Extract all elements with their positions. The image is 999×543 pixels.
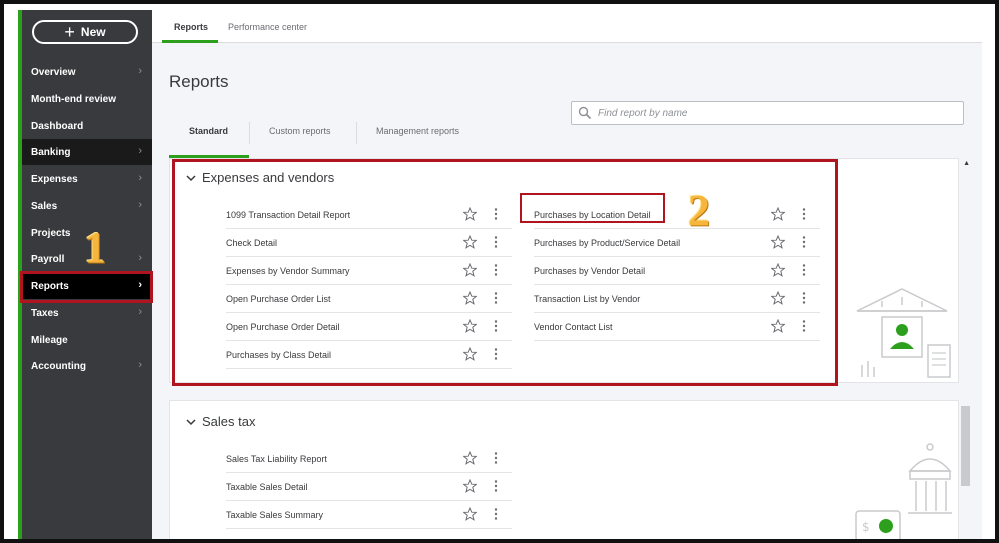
sidebar-item-label: Projects — [31, 227, 71, 239]
chevron-right-icon: › — [138, 172, 142, 184]
chevron-right-icon: › — [138, 65, 142, 77]
sidebar-item-label: Mileage — [31, 334, 68, 346]
sidebar-item-label: Sales — [31, 200, 58, 212]
tab-custom-reports[interactable]: Custom reports — [269, 126, 331, 136]
chevron-right-icon: › — [138, 306, 142, 318]
more-options-icon[interactable] — [494, 508, 498, 520]
sidebar-item-month-end-review[interactable]: Month-end review — [22, 86, 152, 112]
sidebar-item-taxes[interactable]: Taxes › — [22, 300, 152, 326]
vendor-illustration — [856, 288, 951, 378]
sidebar-item-mileage[interactable]: Mileage — [22, 327, 152, 353]
highlight-box-report-item — [520, 193, 665, 223]
highlight-box-reports — [20, 271, 153, 303]
chevron-right-icon: › — [138, 252, 142, 264]
search-input[interactable]: Find report by name — [571, 101, 964, 125]
scroll-up-arrow[interactable]: ▲ — [963, 160, 970, 167]
new-button-label: New — [80, 25, 106, 39]
sidebar-item-label: Expenses — [31, 173, 78, 185]
search-placeholder: Find report by name — [598, 107, 688, 119]
star-icon[interactable] — [463, 451, 477, 465]
active-tab-indicator — [162, 40, 218, 43]
page-title: Reports — [169, 72, 229, 91]
sidebar-item-label: Payroll — [31, 253, 65, 265]
report-link[interactable]: Taxable Sales Detail — [226, 482, 308, 492]
report-row[interactable]: Sales Tax Liability Report — [226, 445, 512, 473]
highlight-box-section — [172, 159, 838, 386]
sidebar-item-overview[interactable]: Overview › — [22, 59, 152, 85]
new-button[interactable]: + New — [32, 20, 138, 44]
tab-standard[interactable]: Standard — [189, 126, 228, 136]
more-options-icon[interactable] — [494, 452, 498, 464]
star-icon[interactable] — [463, 507, 477, 521]
sidebar-item-label: Accounting — [31, 360, 86, 372]
sidebar-item-label: Taxes — [31, 307, 59, 319]
chevron-right-icon: › — [138, 145, 142, 157]
section-title: Sales tax — [202, 414, 256, 429]
chevron-down-icon — [186, 418, 196, 425]
sidebar-item-label: Dashboard — [31, 120, 84, 132]
app-window: + New Overview › Month-end review Dashboa… — [0, 0, 999, 543]
more-options-icon[interactable] — [494, 480, 498, 492]
sidebar-item-accounting[interactable]: Accounting › — [22, 353, 152, 379]
sidebar-item-expenses[interactable]: Expenses › — [22, 166, 152, 192]
star-icon[interactable] — [463, 479, 477, 493]
step-badge-2: 2 — [688, 186, 710, 235]
tab-divider — [356, 122, 357, 144]
report-row[interactable]: Taxable Sales Summary — [226, 501, 512, 529]
chevron-right-icon: › — [138, 359, 142, 371]
report-link[interactable]: Taxable Sales Summary — [226, 510, 323, 520]
svg-text:$: $ — [862, 520, 870, 534]
section-header[interactable]: Sales tax — [186, 414, 255, 429]
tab-reports[interactable]: Reports — [174, 22, 208, 32]
sidebar-item-dashboard[interactable]: Dashboard — [22, 113, 152, 139]
report-link[interactable]: Sales Tax Liability Report — [226, 454, 327, 464]
tab-divider — [249, 122, 250, 144]
scrollbar-thumb[interactable] — [961, 406, 970, 486]
tab-performance-center[interactable]: Performance center — [228, 22, 307, 32]
step-badge-1: 1 — [84, 223, 106, 272]
sidebar-item-sales[interactable]: Sales › — [22, 193, 152, 219]
sidebar-item-banking[interactable]: Banking › — [22, 139, 152, 165]
plus-icon: + — [64, 22, 75, 42]
sidebar-item-label: Banking — [31, 146, 71, 158]
tab-management-reports[interactable]: Management reports — [376, 126, 459, 136]
sidebar-item-label: Month-end review — [31, 93, 117, 105]
top-tab-bar: Reports Performance center — [152, 10, 982, 43]
search-icon — [578, 106, 592, 120]
tax-illustration: $ — [855, 443, 952, 539]
section-sales-tax: Sales tax Sales Tax Liability Report Taxa… — [169, 400, 959, 539]
sidebar-item-label: Overview — [31, 66, 76, 78]
report-row[interactable]: Taxable Sales Detail — [226, 473, 512, 501]
chevron-right-icon: › — [138, 199, 142, 211]
